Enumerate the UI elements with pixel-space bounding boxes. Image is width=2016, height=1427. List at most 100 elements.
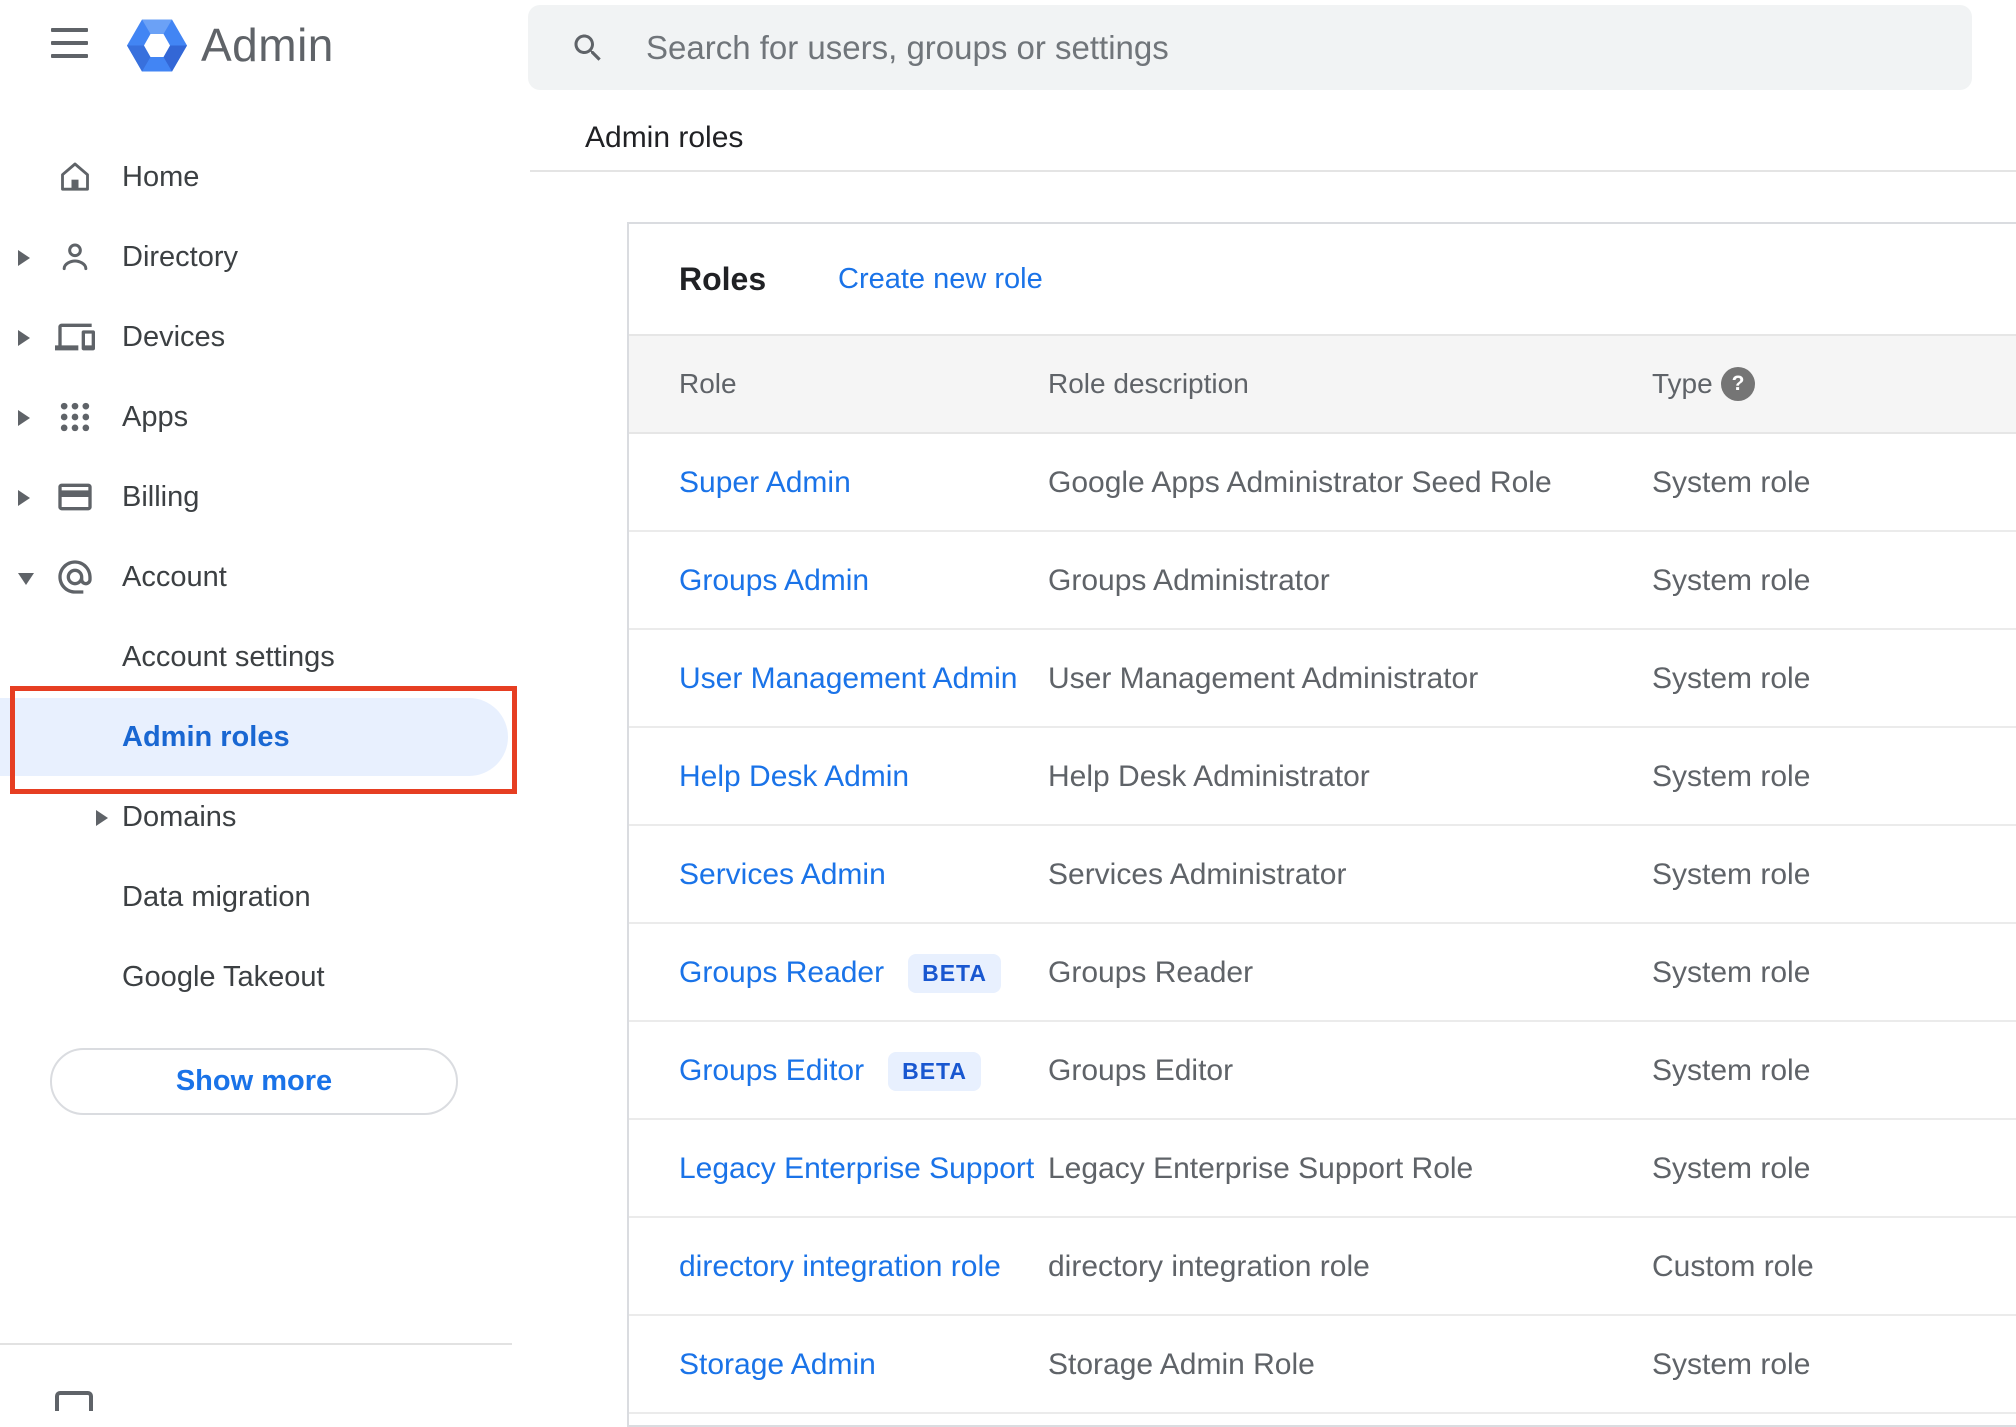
beta-badge: BETA xyxy=(908,953,1002,993)
table-row: Super Admin Google Apps Administrator See… xyxy=(629,434,2016,532)
expand-arrow-icon[interactable] xyxy=(18,490,30,506)
role-type: System role xyxy=(1652,564,1811,597)
role-link[interactable]: Legacy Enterprise Support xyxy=(679,1152,1034,1186)
create-new-role-link[interactable]: Create new role xyxy=(838,224,1043,334)
sidebar-item-directory[interactable]: Directory xyxy=(0,217,530,297)
role-type: System role xyxy=(1652,1348,1811,1381)
sidebar-item-billing[interactable]: Billing xyxy=(0,457,530,537)
role-link[interactable]: Help Desk Admin xyxy=(679,760,909,794)
table-row: Groups Reader BETA Groups Reader System rol… xyxy=(629,924,2016,1022)
role-description: Groups Editor xyxy=(1048,1054,1234,1087)
menu-hamburger-icon[interactable] xyxy=(51,28,88,58)
role-link[interactable]: Services Admin xyxy=(679,858,886,892)
role-cell: Super Admin xyxy=(679,434,851,532)
sidebar-item-apps[interactable]: Apps xyxy=(0,377,530,457)
roles-title: Roles xyxy=(679,261,767,297)
role-link[interactable]: Groups Editor xyxy=(679,1054,864,1088)
role-link[interactable]: directory integration role xyxy=(679,1250,1001,1284)
column-header-role: Role xyxy=(679,368,737,399)
role-description: Storage Admin Role xyxy=(1048,1348,1315,1381)
role-link[interactable]: Groups Admin xyxy=(679,564,869,598)
show-more-button[interactable]: Show more xyxy=(50,1048,458,1115)
sidebar-item-account-settings[interactable]: Account settings xyxy=(0,617,530,697)
sidebar-item-label: Home xyxy=(122,161,200,193)
table-row: Legacy Enterprise Support Legacy Enterpri… xyxy=(629,1120,2016,1218)
table-row: User Management Admin User Management Adm… xyxy=(629,630,2016,728)
sidebar: Admin Home Directory Devices Apps Billing Acc… xyxy=(0,0,530,1411)
at-sign-icon xyxy=(55,557,95,597)
search-bar xyxy=(528,5,1972,90)
item-highlight xyxy=(0,778,508,856)
sidebar-item-account[interactable]: Account xyxy=(0,537,530,617)
expand-arrow-icon[interactable] xyxy=(18,410,30,426)
role-cell: Storage Admin xyxy=(679,1316,876,1414)
table-row: Services Admin Services Administrator Syst… xyxy=(629,826,2016,924)
sidebar-item-label: Apps xyxy=(122,401,189,433)
sidebar-bottom-divider xyxy=(0,1343,512,1345)
column-header-type: Type xyxy=(1652,368,1713,399)
topbar-divider xyxy=(530,170,2016,172)
search-input[interactable] xyxy=(646,5,1926,90)
beta-badge: BETA xyxy=(888,1051,981,1091)
role-cell: directory integration role xyxy=(679,1218,1001,1316)
role-link[interactable]: User Management Admin xyxy=(679,662,1018,696)
sidebar-item-label: Account settings xyxy=(122,641,335,673)
role-cell: Groups Reader BETA xyxy=(679,924,1002,1022)
table-row: directory integration role directory inte… xyxy=(629,1218,2016,1316)
column-header-description: Role description xyxy=(1048,368,1249,399)
role-type: System role xyxy=(1652,466,1811,499)
credit-card-icon xyxy=(55,477,95,517)
sidebar-item-label: Billing xyxy=(122,481,200,513)
expand-arrow-icon[interactable] xyxy=(96,810,108,826)
role-type: System role xyxy=(1652,1054,1811,1087)
sidebar-item-label: Directory xyxy=(122,241,239,273)
expand-arrow-icon[interactable] xyxy=(18,330,30,346)
role-description: Help Desk Administrator xyxy=(1048,760,1370,793)
sidebar-item-admin-roles[interactable]: Admin roles xyxy=(0,697,530,777)
sidebar-item-google-takeout[interactable]: Google Takeout xyxy=(0,937,530,1017)
expand-arrow-icon[interactable] xyxy=(18,250,30,266)
sidebar-item-data-migration[interactable]: Data migration xyxy=(0,857,530,937)
role-cell: Groups Editor BETA xyxy=(679,1022,981,1120)
sidebar-item-label: Admin roles xyxy=(122,721,290,753)
role-description: Groups Administrator xyxy=(1048,564,1330,597)
role-description: Groups Reader xyxy=(1048,956,1254,989)
role-type: System role xyxy=(1652,956,1811,989)
clipped-bottom-icon xyxy=(55,1391,93,1411)
roles-card: Roles Create new role Role Role descript… xyxy=(627,222,2016,1427)
expand-collapse-icon[interactable] xyxy=(18,573,34,585)
devices-icon xyxy=(55,317,95,357)
role-type: Custom role xyxy=(1652,1250,1814,1283)
sidebar-item-label: Devices xyxy=(122,321,226,353)
table-row: Groups Admin Groups Administrator System r… xyxy=(629,532,2016,630)
roles-table-header: Role Role description Type ? xyxy=(629,334,2016,434)
role-description: User Management Administrator xyxy=(1048,662,1479,695)
sidebar-item-label: Domains xyxy=(122,801,237,833)
role-description: Legacy Enterprise Support Role xyxy=(1048,1152,1474,1185)
role-type: System role xyxy=(1652,858,1811,891)
table-row: Groups Editor BETA Groups Editor System rol… xyxy=(629,1022,2016,1120)
role-type: System role xyxy=(1652,1152,1811,1185)
role-cell: Legacy Enterprise Support xyxy=(679,1120,1034,1218)
role-link[interactable]: Super Admin xyxy=(679,466,851,500)
apps-icon xyxy=(55,397,95,437)
role-cell: Services Admin xyxy=(679,826,886,924)
role-link[interactable]: Storage Admin xyxy=(679,1348,876,1382)
role-description: Services Administrator xyxy=(1048,858,1347,891)
role-type: System role xyxy=(1652,760,1811,793)
sidebar-item-devices[interactable]: Devices xyxy=(0,297,530,377)
table-row: Storage Admin Storage Admin Role System ro… xyxy=(629,1316,2016,1414)
search-icon[interactable] xyxy=(570,30,606,66)
sidebar-item-home[interactable]: Home xyxy=(0,137,530,217)
role-cell: Help Desk Admin xyxy=(679,728,909,826)
role-cell: User Management Admin xyxy=(679,630,1018,728)
sidebar-item-domains[interactable]: Domains xyxy=(0,777,530,857)
role-description: Google Apps Administrator Seed Role xyxy=(1048,466,1552,499)
role-link[interactable]: Groups Reader xyxy=(679,956,884,990)
admin-logo-icon xyxy=(127,19,187,72)
breadcrumb: Admin roles xyxy=(585,121,744,154)
sidebar-item-label: Data migration xyxy=(122,881,311,913)
role-description: directory integration role xyxy=(1048,1250,1370,1283)
roles-table-body: Super Admin Google Apps Administrator See… xyxy=(629,434,2016,1414)
type-help-icon[interactable]: ? xyxy=(1721,367,1755,401)
